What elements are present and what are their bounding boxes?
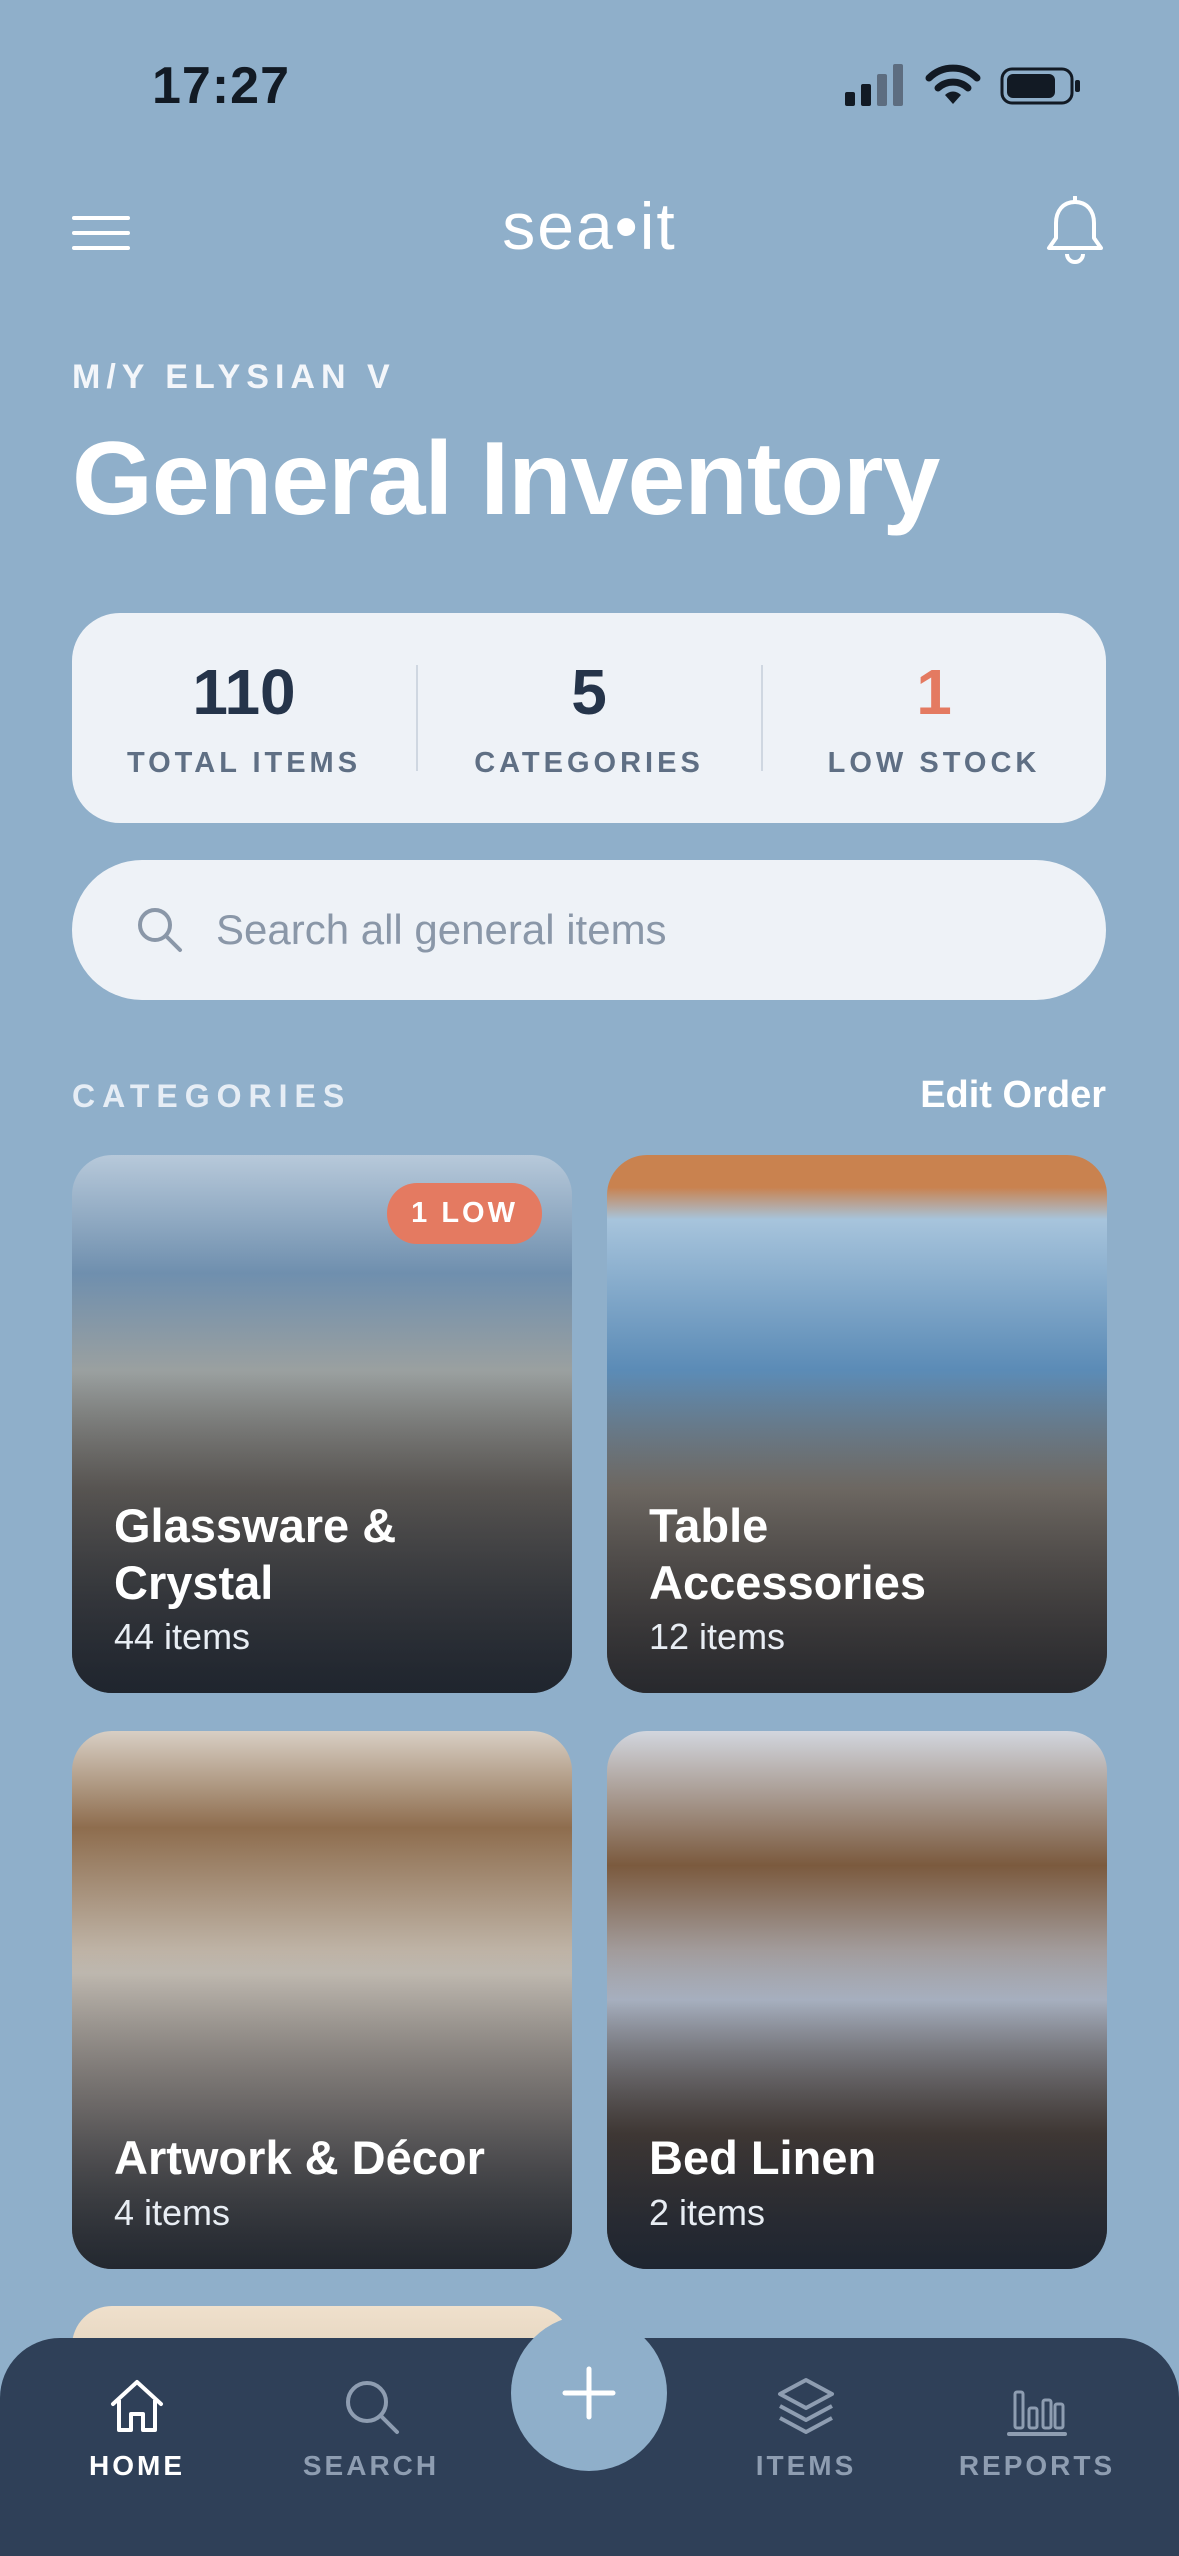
stat-value: 1 (916, 656, 952, 728)
stat-value: 5 (571, 656, 607, 728)
stat-label: TOTAL ITEMS (126, 747, 362, 779)
bar-chart-icon (1007, 2390, 1067, 2436)
status-time: 17:27 (152, 57, 290, 115)
cellular-signal-icon (845, 64, 903, 106)
category-tile-bed-linen[interactable]: Bed Linen 2 items (607, 1731, 1107, 2269)
page-title: General Inventory (72, 421, 940, 537)
edit-order-button[interactable]: Edit Order (920, 1074, 1106, 1117)
stat-label: LOW STOCK (827, 747, 1041, 779)
nav-reports[interactable]: REPORTS (947, 2374, 1127, 2482)
stat-total-items: 110 TOTAL ITEMS (72, 613, 416, 823)
stat-value: 110 (192, 656, 296, 728)
battery-icon (1000, 67, 1080, 105)
nav-label: REPORTS (958, 2450, 1116, 2481)
wifi-icon (925, 64, 981, 104)
nav-home[interactable]: HOME (47, 2374, 227, 2482)
app-logo: sea•it (502, 189, 677, 263)
search-icon (346, 2381, 399, 2434)
category-tile-table-accessories[interactable]: Table Accessories 12 items (607, 1155, 1107, 1693)
category-tile-artwork-decor[interactable]: Artwork & Décor 4 items (72, 1731, 572, 2269)
search-input[interactable] (216, 896, 1056, 964)
search-icon (138, 908, 182, 952)
stat-label: CATEGORIES (474, 747, 704, 779)
categories-section-label: CATEGORIES (72, 1078, 352, 1114)
category-tile-glassware[interactable]: 1 LOW Glassware & Crystal 44 items (72, 1155, 572, 1693)
search-bar[interactable] (72, 860, 1106, 1000)
category-name: Glassware & Crystal (114, 1499, 397, 1609)
home-icon (111, 2380, 163, 2432)
stat-categories: 5 CATEGORIES (417, 613, 761, 823)
category-name: Artwork & Décor (114, 2131, 485, 2184)
category-count: 44 items (114, 1616, 251, 1657)
nav-items[interactable]: ITEMS (716, 2374, 896, 2482)
nav-label: SEARCH (302, 2450, 440, 2481)
nav-label: ITEMS (755, 2450, 857, 2481)
notifications-bell-icon[interactable] (1045, 196, 1105, 268)
stat-low-stock[interactable]: 1 LOW STOCK (762, 613, 1106, 823)
nav-label: HOME (89, 2450, 185, 2481)
category-count: 2 items (649, 2192, 766, 2233)
category-name: Bed Linen (649, 2131, 877, 2184)
inventory-stats-card: 110 TOTAL ITEMS 5 CATEGORIES 1 LOW STOCK (72, 613, 1106, 823)
nav-search[interactable]: SEARCH (281, 2374, 461, 2482)
category-name: Table Accessories (649, 1499, 926, 1609)
layers-icon (778, 2378, 834, 2434)
vessel-name: M/Y ELYSIAN V (72, 358, 396, 396)
add-item-button[interactable] (511, 2315, 667, 2471)
category-count: 4 items (114, 2192, 231, 2233)
category-count: 12 items (649, 1616, 786, 1657)
plus-icon (562, 2366, 616, 2420)
low-stock-badge: 1 LOW (387, 1183, 542, 1244)
